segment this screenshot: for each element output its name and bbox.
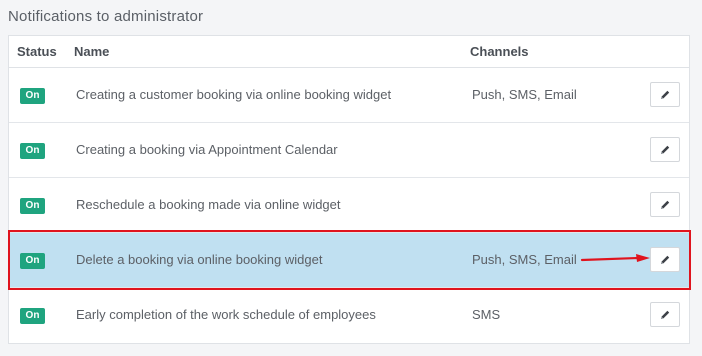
notification-name: Early completion of the work schedule of… (76, 307, 376, 322)
header-name: Name (74, 44, 110, 59)
table-row: On Creating a booking via Appointment Ca… (9, 123, 689, 178)
status-badge[interactable]: On (20, 253, 45, 269)
table-row: On Reschedule a booking made via online … (9, 178, 689, 233)
pencil-icon (661, 145, 670, 154)
status-badge[interactable]: On (20, 143, 45, 159)
pencil-icon (661, 200, 670, 209)
notification-channels: SMS (472, 307, 501, 322)
edit-button[interactable] (650, 192, 680, 217)
notification-name: Delete a booking via online booking widg… (76, 252, 323, 267)
edit-button[interactable] (650, 247, 680, 272)
pencil-icon (661, 310, 670, 319)
notification-name: Creating a booking via Appointment Calen… (76, 142, 338, 157)
edit-button[interactable] (650, 302, 680, 327)
section-title: Notifications to administrator (8, 8, 204, 25)
notifications-table: Status Name Channels On Creating a custo… (8, 35, 690, 344)
pencil-icon (661, 90, 670, 99)
status-badge[interactable]: On (20, 88, 45, 104)
table-header: Status Name Channels (9, 36, 689, 68)
edit-button[interactable] (650, 137, 680, 162)
header-status: Status (17, 44, 57, 59)
table-row: On Early completion of the work schedule… (9, 288, 689, 343)
notification-name: Creating a customer booking via online b… (76, 87, 392, 102)
notification-name: Reschedule a booking made via online wid… (76, 197, 341, 212)
table-row: On Creating a customer booking via onlin… (9, 68, 689, 123)
notifications-page: Notifications to administrator Status Na… (0, 0, 702, 356)
notification-channels: Push, SMS, Email (472, 87, 577, 102)
pencil-icon (661, 255, 670, 264)
header-channels: Channels (470, 44, 529, 59)
table-row-highlighted: On Delete a booking via online booking w… (9, 233, 689, 288)
notification-channels: Push, SMS, Email (472, 252, 577, 267)
edit-button[interactable] (650, 82, 680, 107)
status-badge[interactable]: On (20, 198, 45, 214)
status-badge[interactable]: On (20, 308, 45, 324)
